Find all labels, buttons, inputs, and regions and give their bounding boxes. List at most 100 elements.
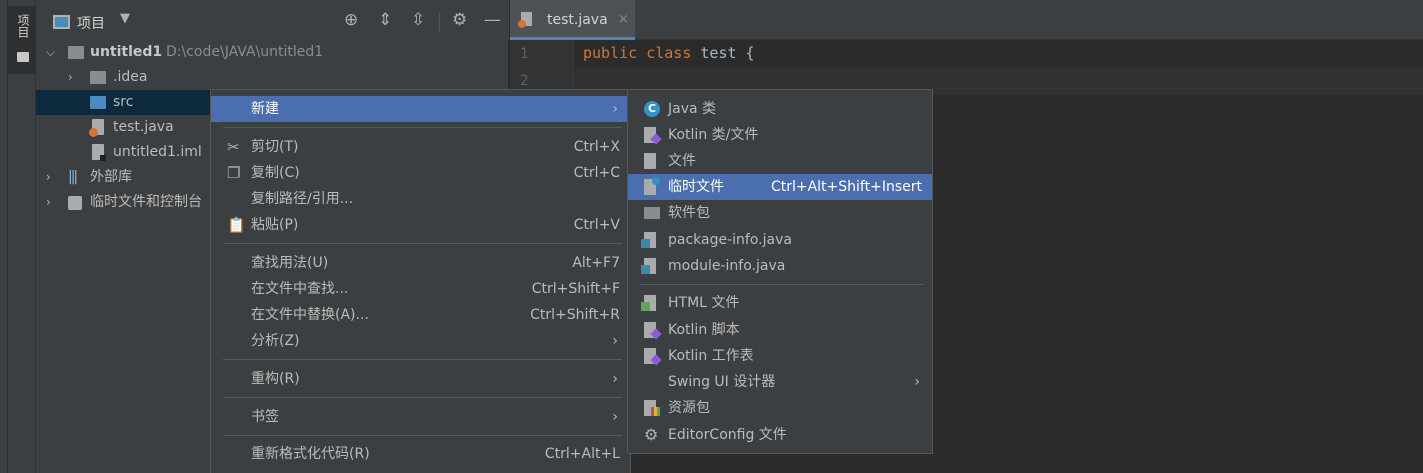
chevron-right-icon: ›: [612, 101, 618, 117]
menu-item-label: 书签: [251, 409, 279, 425]
tree-item-untitled1[interactable]: ⌵ untitled1 D:\code\JAVA\untitled1: [36, 40, 509, 65]
menu-item-resource-bundle[interactable]: 资源包: [628, 395, 932, 421]
tree-item-label: src: [113, 94, 134, 110]
menu-item-copy-path[interactable]: 复制路径/引用...: [211, 186, 630, 212]
menu-item-shortcut: Alt+F7: [572, 255, 620, 271]
menu-item-copy[interactable]: ❐ 复制(C) Ctrl+C: [211, 160, 630, 186]
tree-item-label: test.java: [113, 119, 174, 135]
menu-item-cut[interactable]: ✂ 剪切(T) Ctrl+X: [211, 134, 630, 160]
menu-item-label: 软件包: [668, 205, 710, 221]
line-number: 1: [520, 46, 529, 62]
menu-item-label: 文件: [668, 153, 696, 169]
menu-item-label: 粘贴(P): [251, 217, 299, 233]
gear-icon[interactable]: ⚙: [452, 10, 467, 30]
menu-separator: [223, 127, 622, 128]
project-tool-tab[interactable]: 项目: [8, 6, 36, 74]
menu-item-kotlin-file[interactable]: Kotlin 类/文件: [628, 122, 932, 148]
menu-item-new[interactable]: 新建 ›: [211, 96, 630, 122]
new-submenu: C Java 类 Kotlin 类/文件 文件 临时文件 Ctrl+Alt+Sh…: [627, 89, 933, 454]
editor-tab-label: test.java: [547, 12, 608, 28]
project-panel-title[interactable]: 项目: [77, 13, 105, 33]
tree-item-label: untitled1.iml: [113, 144, 202, 160]
menu-item-label: Kotlin 类/文件: [668, 127, 759, 143]
chevron-right-icon: ›: [612, 333, 618, 349]
minimize-icon[interactable]: —: [484, 10, 501, 30]
tree-item-label: untitled1: [90, 44, 163, 60]
menu-item-shortcut: Ctrl+Shift+R: [530, 307, 620, 323]
menu-item-kotlin-script[interactable]: Kotlin 脚本: [628, 317, 932, 343]
library-icon: |||: [68, 169, 78, 185]
menu-item-replace-in-files[interactable]: 在文件中替换(A)... Ctrl+Shift+R: [211, 302, 630, 328]
tree-item-label: .idea: [113, 69, 148, 85]
scratch-file-icon: [644, 177, 660, 195]
menu-item-shortcut: Ctrl+Shift+F: [531, 281, 620, 297]
paste-icon: 📋: [227, 216, 246, 234]
collapse-all-icon[interactable]: ⇳: [411, 10, 425, 30]
tree-item-label: 临时文件和控制台: [90, 194, 202, 210]
menu-item-label: 复制(C): [251, 165, 300, 181]
menu-item-bookmarks[interactable]: 书签 ›: [211, 404, 630, 430]
close-icon[interactable]: ×: [618, 12, 629, 27]
menu-item-label: Kotlin 脚本: [668, 322, 740, 338]
tree-item-idea[interactable]: › .idea: [36, 65, 509, 90]
source-folder-icon: [90, 96, 106, 109]
editor-tab-test-java[interactable]: test.java ×: [510, 0, 635, 40]
menu-item-java-class[interactable]: C Java 类: [628, 96, 932, 122]
menu-item-label: Kotlin 工作表: [668, 348, 754, 364]
menu-item-label: module-info.java: [668, 258, 786, 274]
menu-item-label: HTML 文件: [668, 295, 740, 311]
menu-item-shortcut: Ctrl+Alt+Shift+Insert: [770, 179, 922, 195]
menu-item-html-file[interactable]: HTML 文件: [628, 290, 932, 316]
menu-item-package-info[interactable]: package-info.java: [628, 227, 932, 253]
menu-item-kotlin-worksheet[interactable]: Kotlin 工作表: [628, 343, 932, 369]
toolbar-divider: [439, 12, 440, 32]
chevron-down-icon[interactable]: ▼: [120, 11, 130, 26]
menu-item-scratch-file[interactable]: 临时文件 Ctrl+Alt+Shift+Insert: [628, 174, 932, 200]
menu-item-label: 重构(R): [251, 371, 300, 387]
project-toolbar: 项目 ▼ ⊕ ⇕ ⇳ ⚙ —: [36, 0, 509, 40]
menu-item-package[interactable]: 软件包: [628, 200, 932, 226]
menu-item-swing-ui-designer[interactable]: Swing UI 设计器 ›: [628, 369, 932, 395]
tool-window-strip: 项目: [8, 0, 36, 473]
scratches-icon: [68, 196, 82, 210]
resource-bundle-icon: [644, 400, 660, 416]
menu-separator: [223, 359, 622, 360]
menu-item-label: 剪切(T): [251, 139, 299, 155]
code-text: test {: [700, 44, 755, 62]
chevron-right-icon: ›: [612, 371, 618, 387]
expand-all-icon[interactable]: ⇕: [378, 10, 392, 30]
menu-separator: [223, 243, 622, 244]
menu-item-find-in-files[interactable]: 在文件中查找... Ctrl+Shift+F: [211, 276, 630, 302]
menu-item-find-usages[interactable]: 查找用法(U) Alt+F7: [211, 250, 630, 276]
folder-icon: [17, 52, 29, 62]
gear-icon: ⚙: [644, 425, 659, 444]
editor-tab-bar: test.java ×: [510, 0, 1423, 40]
chevron-right-icon[interactable]: ›: [46, 190, 51, 215]
project-tool-tab-label: 项目: [16, 14, 30, 38]
menu-item-analyze[interactable]: 分析(Z) ›: [211, 328, 630, 354]
menu-separator: [223, 397, 622, 398]
scissors-icon: ✂: [227, 138, 240, 156]
java-info-icon: [641, 232, 656, 248]
line-number: 2: [520, 73, 529, 89]
chevron-right-icon[interactable]: ›: [68, 65, 73, 90]
java-info-icon: [641, 258, 656, 274]
menu-item-file[interactable]: 文件: [628, 148, 932, 174]
java-file-icon: [518, 12, 532, 28]
menu-item-module-info[interactable]: module-info.java: [628, 253, 932, 279]
menu-item-editorconfig[interactable]: ⚙ EditorConfig 文件: [628, 422, 932, 448]
code-keyword: public: [583, 44, 638, 62]
menu-item-reformat-code[interactable]: 重新格式化代码(R) Ctrl+Alt+L: [211, 441, 630, 467]
menu-item-shortcut: Ctrl+V: [573, 217, 620, 233]
tree-item-label: 外部库: [90, 169, 132, 185]
kotlin-worksheet-icon: [644, 348, 656, 364]
menu-item-paste[interactable]: 📋 粘贴(P) Ctrl+V: [211, 212, 630, 238]
code-line-1[interactable]: public class test {: [583, 44, 755, 62]
locate-icon[interactable]: ⊕: [344, 10, 358, 30]
java-class-icon: C: [644, 101, 660, 117]
chevron-right-icon[interactable]: ›: [46, 165, 51, 190]
menu-item-label: 分析(Z): [251, 333, 300, 349]
menu-item-refactor[interactable]: 重构(R) ›: [211, 366, 630, 392]
chevron-down-icon[interactable]: ⌵: [46, 40, 55, 65]
kotlin-script-icon: [644, 322, 656, 338]
